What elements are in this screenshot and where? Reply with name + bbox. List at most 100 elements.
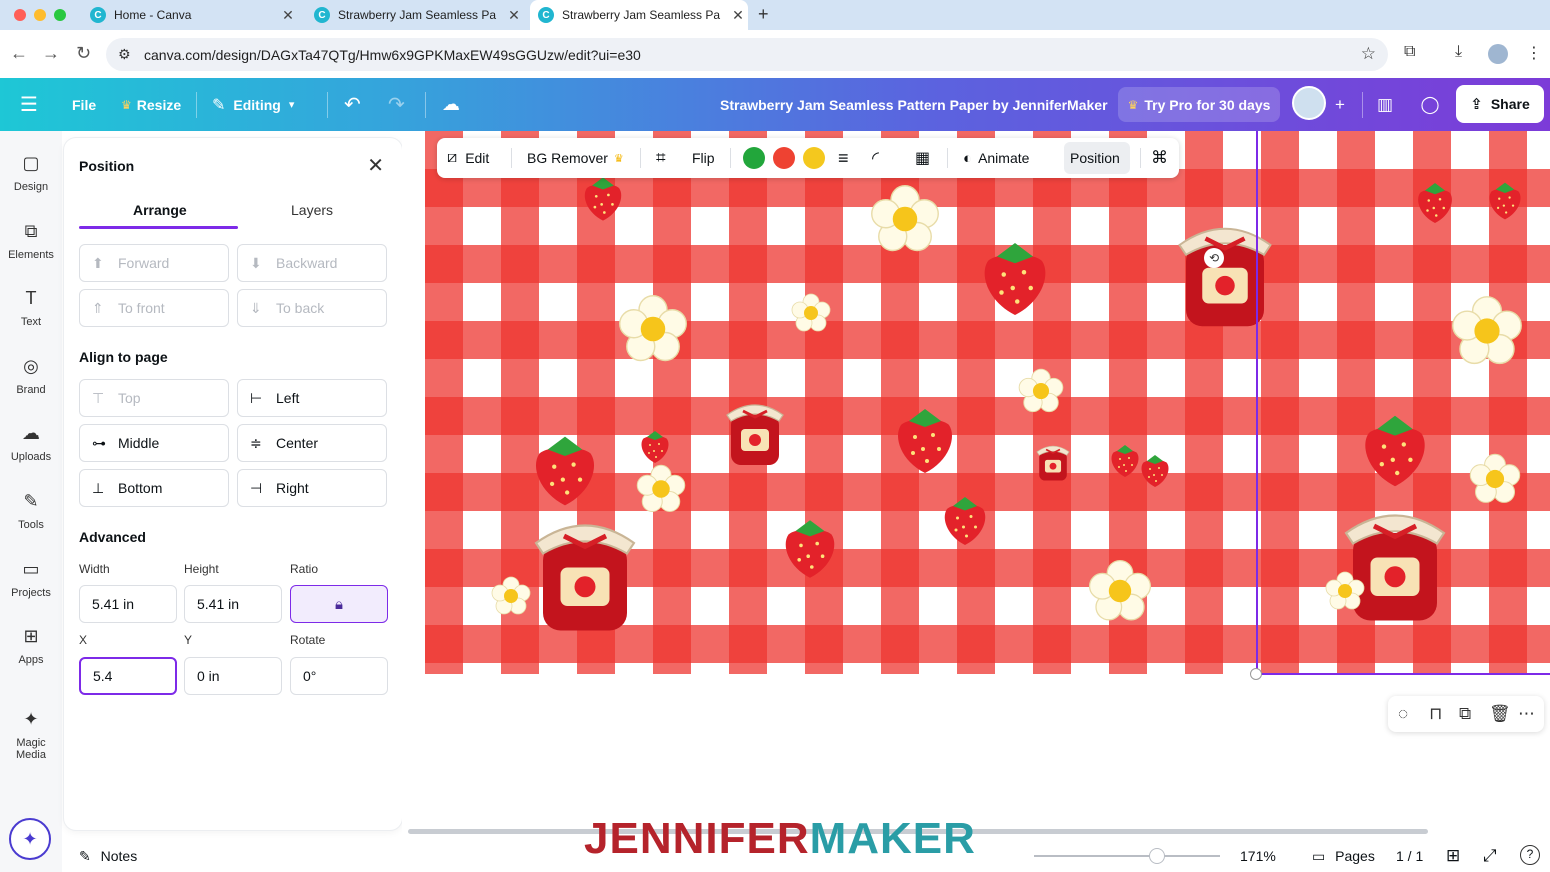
browser-tab-home[interactable]: C Home - Canva ✕ xyxy=(82,0,298,30)
tab-arrange[interactable]: Arrange xyxy=(133,202,187,218)
download-icon[interactable]: ⤓ xyxy=(1455,43,1462,61)
x-field[interactable]: 5.4 xyxy=(79,657,177,695)
new-tab-button[interactable]: + xyxy=(758,4,769,25)
bookmark-star-icon[interactable]: ☆ xyxy=(1361,44,1376,64)
close-tab-icon[interactable]: ✕ xyxy=(504,7,524,24)
grid-view-icon[interactable]: ⊞ xyxy=(1446,846,1460,866)
canva-assistant-icon[interactable]: ✦ xyxy=(9,818,51,860)
cloud-saved-icon[interactable]: ☁ xyxy=(442,78,460,131)
position-button[interactable]: Position xyxy=(1070,138,1120,178)
y-field[interactable]: 0 in xyxy=(184,657,282,695)
browser-tab-design-active[interactable]: C Strawberry Jam Seamless Pa ✕ xyxy=(530,0,748,30)
window-close-button[interactable] xyxy=(14,9,26,21)
resize-button[interactable]: ♛ Resize xyxy=(121,78,181,131)
editing-mode-dropdown[interactable]: ✎ Editing ▾ xyxy=(212,78,294,131)
tab-layers[interactable]: Layers xyxy=(291,202,333,218)
flip-button[interactable]: Flip xyxy=(692,138,715,178)
try-pro-button[interactable]: ♛ Try Pro for 30 days xyxy=(1118,87,1280,122)
file-menu[interactable]: File xyxy=(72,78,96,131)
window-minimize-button[interactable] xyxy=(34,9,46,21)
align-top-button[interactable]: ⊤ Top xyxy=(79,379,229,417)
delete-icon[interactable]: 🗑︎ xyxy=(1489,704,1511,724)
align-bottom-button[interactable]: ⊥ Bottom xyxy=(79,469,229,507)
add-collaborator-icon[interactable]: + xyxy=(1322,87,1358,122)
align-center-button[interactable]: ≑ Center xyxy=(237,424,387,462)
profile-avatar[interactable] xyxy=(1488,44,1508,64)
address-bar[interactable]: ⚙ canva.com/design/DAGxTa47QTg/Hmw6x9GPK… xyxy=(106,38,1388,71)
tab-title: Strawberry Jam Seamless Pa xyxy=(562,8,721,22)
bg-remover-button[interactable]: BG Remover ♛ xyxy=(527,138,624,178)
align-left-button[interactable]: ⊢ Left xyxy=(237,379,387,417)
rail-item-label: Tools xyxy=(18,519,44,531)
site-settings-icon[interactable]: ⚙ xyxy=(118,46,131,63)
browser-tab-design-1[interactable]: C Strawberry Jam Seamless Pa ✕ xyxy=(306,0,524,30)
crop-icon[interactable]: ⌗ xyxy=(656,138,666,178)
to-front-button[interactable]: ⇑ To front xyxy=(79,289,229,327)
browser-menu-icon[interactable]: ⋮ xyxy=(1526,43,1542,63)
redo-icon[interactable]: ↷ xyxy=(388,78,405,131)
duplicate-icon[interactable]: ⧉ xyxy=(1459,704,1471,724)
user-avatar[interactable] xyxy=(1292,86,1326,120)
backward-button[interactable]: ⬇ Backward xyxy=(237,244,387,282)
flower-illustration xyxy=(1018,368,1064,414)
corner-rounding-icon[interactable]: ◜ xyxy=(872,138,879,178)
color-swatch-green[interactable] xyxy=(743,147,765,169)
rail-item-brand[interactable]: ◎ Brand xyxy=(0,356,62,396)
transparency-icon[interactable]: ▦ xyxy=(915,138,930,178)
zoom-slider-handle[interactable] xyxy=(1148,848,1165,864)
rotate-field[interactable]: 0° xyxy=(290,657,388,695)
help-icon[interactable]: ? xyxy=(1520,845,1540,865)
reload-icon[interactable]: ↻ xyxy=(76,43,91,64)
width-label: Width xyxy=(79,562,110,576)
notes-button[interactable]: ✎ Notes xyxy=(79,848,137,865)
try-pro-label: Try Pro for 30 days xyxy=(1144,96,1271,113)
rail-item-design[interactable]: ▢ Design xyxy=(0,153,62,193)
resize-handle[interactable] xyxy=(1250,668,1262,680)
to-back-button[interactable]: ⇓ To back xyxy=(237,289,387,327)
animate-button[interactable]: ◐ Animate xyxy=(963,138,1029,178)
back-icon[interactable]: ← xyxy=(10,43,28,64)
rail-item-projects[interactable]: ▭ Projects xyxy=(0,559,62,599)
align-right-button[interactable]: ⊣ Right xyxy=(237,469,387,507)
more-options-icon[interactable]: ⋯ xyxy=(1518,704,1535,724)
add-comment-icon[interactable]: ◌ xyxy=(1398,704,1408,724)
lock-icon[interactable]: ⊓ xyxy=(1429,704,1442,724)
color-swatch-red[interactable] xyxy=(773,147,795,169)
rail-item-tools[interactable]: ✎ Tools xyxy=(0,491,62,531)
rail-item-text[interactable]: T Text xyxy=(0,288,62,328)
edit-image-button[interactable]: ⧄ Edit xyxy=(447,138,489,178)
design-title[interactable]: Strawberry Jam Seamless Pattern Paper by… xyxy=(720,78,1108,131)
undo-icon[interactable]: ↶ xyxy=(344,78,361,131)
rail-item-apps[interactable]: ⊞ Apps xyxy=(0,626,62,666)
fullscreen-icon[interactable]: ⤢ xyxy=(1483,846,1497,866)
comment-icon[interactable]: ◯ xyxy=(1412,87,1448,122)
element-toolbar: ⧄ Edit BG Remover ♛ ⌗ Flip ≡ ◜ ▦ ◐ Anima… xyxy=(437,138,1179,178)
window-maximize-button[interactable] xyxy=(54,9,66,21)
analytics-icon[interactable]: ▥ xyxy=(1367,87,1403,122)
height-field[interactable]: 5.41 in xyxy=(184,585,282,623)
rail-item-uploads[interactable]: ☁ Uploads xyxy=(0,423,62,463)
main-menu-icon[interactable]: ☰ xyxy=(20,78,38,131)
design-page-pattern[interactable] xyxy=(425,131,1550,674)
rail-item-elements[interactable]: ⧉ Elements xyxy=(0,221,62,261)
align-middle-button[interactable]: ⊶ Middle xyxy=(79,424,229,462)
url-text[interactable]: canva.com/design/DAGxTa47QTg/Hmw6x9GPKMa… xyxy=(144,47,641,63)
forward-button[interactable]: ⬆ Forward xyxy=(79,244,229,282)
close-tab-icon[interactable]: ✕ xyxy=(278,7,298,24)
lock-ratio-button[interactable]: 🔒︎ xyxy=(290,585,388,623)
zoom-level[interactable]: 171% xyxy=(1240,848,1276,864)
share-button[interactable]: ⇪ Share xyxy=(1456,85,1544,123)
align-right-label: Right xyxy=(276,480,309,496)
width-field[interactable]: 5.41 in xyxy=(79,585,177,623)
cast-icon[interactable]: ⧉ xyxy=(1404,43,1415,61)
rail-item-magic-media[interactable]: ✦ Magic Media xyxy=(0,709,62,761)
close-icon[interactable]: ✕ xyxy=(367,153,384,178)
forward-icon[interactable]: → xyxy=(42,43,60,64)
color-swatch-yellow[interactable] xyxy=(803,147,825,169)
close-tab-icon[interactable]: ✕ xyxy=(728,7,748,24)
pages-button[interactable]: ▭ Pages xyxy=(1312,848,1375,865)
rotate-handle-icon[interactable]: ⟲ xyxy=(1204,248,1224,268)
zoom-slider[interactable] xyxy=(1034,855,1220,857)
copy-style-icon[interactable]: ⌘ xyxy=(1151,138,1168,178)
line-weight-icon[interactable]: ≡ xyxy=(838,138,849,178)
